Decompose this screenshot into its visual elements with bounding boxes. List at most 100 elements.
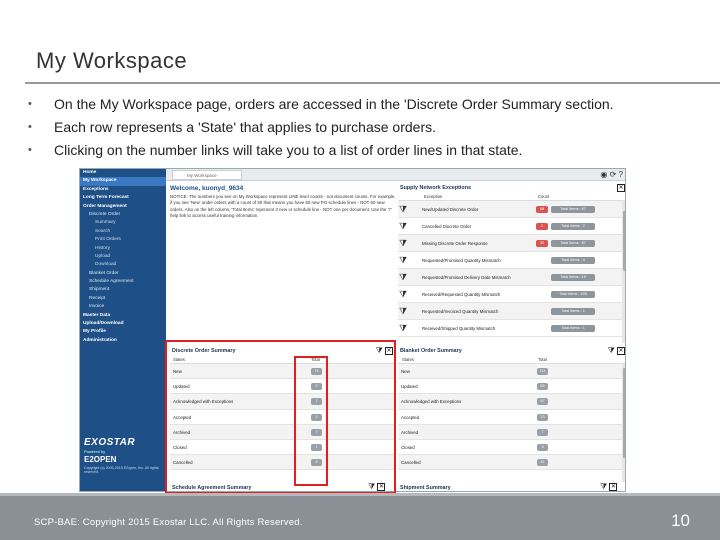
bos-rows: New 111 Updated 59 Acknowledged with Excepti… xyxy=(398,364,625,471)
blanket-order-summary-panel: Blanket Order Summary ⧩ ✕ States Total N… xyxy=(398,346,625,482)
total-items-link[interactable]: Total Items : 2 xyxy=(551,223,595,230)
footer-copyright: SCP-BAE: Copyright 2015 Exostar LLC. All… xyxy=(34,517,303,528)
sidebar-item[interactable]: Home xyxy=(80,169,166,177)
sidebar-item[interactable]: My Workspace xyxy=(80,177,166,186)
filter-icon[interactable]: ⧩ xyxy=(399,255,407,265)
state-label: Cancelled xyxy=(401,460,421,466)
sne-exception-label: Received/Requested Quantity Mismatch xyxy=(422,292,501,297)
state-row: New 111 xyxy=(398,364,625,380)
filter-icon[interactable]: ⧩ xyxy=(399,272,407,282)
state-total-link[interactable]: 7 xyxy=(537,428,548,436)
state-row: Updated 59 xyxy=(398,379,625,395)
sidebar-item[interactable]: Upload/Download xyxy=(80,320,166,328)
sidebar-item[interactable]: Upload xyxy=(80,253,166,261)
sne-column-header: Exception Count xyxy=(398,193,625,201)
exception-count-badge[interactable]: 68 xyxy=(536,206,548,213)
total-items-link[interactable]: Total Items : 205 xyxy=(551,291,595,298)
total-items-link[interactable]: Total Items : 1 xyxy=(551,308,595,315)
sidebar-item[interactable]: Receipt xyxy=(80,295,166,303)
filter-icon[interactable]: ⧩ xyxy=(399,204,407,214)
sidebar-item[interactable]: Order Management xyxy=(80,203,166,211)
sne-rows: ⧩ New/Updated Discrete Order 68 Total Items… xyxy=(398,201,625,337)
sidebar-item[interactable]: Summary xyxy=(80,219,166,227)
state-total-link[interactable]: 111 xyxy=(537,368,548,375)
sidebar-item[interactable]: History xyxy=(80,245,166,253)
sidebar-item[interactable]: Search xyxy=(80,228,166,236)
highlight-box-discrete-order-summary xyxy=(165,340,396,494)
sidebar-item[interactable]: Master Data xyxy=(80,312,166,320)
bos-title: Blanket Order Summary xyxy=(400,348,462,354)
slide-title: My Workspace xyxy=(36,48,188,73)
sidebar-item[interactable]: Print Orders xyxy=(80,236,166,244)
state-row: Cancelled 41 xyxy=(398,455,625,471)
sidebar-item[interactable]: Blanket Order xyxy=(80,270,166,278)
filter-icon[interactable]: ⧩ xyxy=(608,346,615,355)
filter-icon[interactable]: ⧩ xyxy=(399,323,407,333)
sne-row: ⧩ Missing Discrete Order Response 30 Total … xyxy=(398,235,625,252)
filter-icon[interactable]: ⧩ xyxy=(399,221,407,231)
bottom-icons: ⧩ ✕ xyxy=(600,482,618,491)
state-label: Updated xyxy=(401,384,418,390)
sidebar-item[interactable]: Discrete Order xyxy=(80,211,166,219)
page-number: 10 xyxy=(671,511,690,530)
help-icon[interactable]: ? xyxy=(619,170,623,179)
sne-close-icon[interactable]: ✕ xyxy=(617,183,625,193)
sidebar-item[interactable]: Exceptions xyxy=(80,186,166,194)
filter-icon[interactable]: ⧩ xyxy=(600,482,607,491)
total-items-link[interactable]: Total Items : 4 xyxy=(551,257,595,264)
sne-title: Supply Network Exceptions xyxy=(400,185,471,191)
sne-exception-label: Requested/Promised Quantity Mismatch xyxy=(422,258,501,263)
sidebar-item[interactable]: Invoice xyxy=(80,303,166,311)
sidebar-item[interactable]: Shipment xyxy=(80,286,166,294)
powered-by-label: Powered by xyxy=(84,449,106,454)
tab-my-workspace[interactable]: My Workspace xyxy=(172,170,242,180)
exception-count-badge[interactable]: 30 xyxy=(536,240,548,247)
refresh-icon[interactable]: ⟳ xyxy=(610,170,617,179)
sne-col-exception: Exception xyxy=(424,194,443,199)
sne-row: ⧩ New/Updated Discrete Order 68 Total Items… xyxy=(398,201,625,218)
state-total-link[interactable]: 41 xyxy=(537,459,548,467)
state-row: Closed 3 xyxy=(398,440,625,456)
sne-row: ⧩ Requested/Promised Delivery Date Mismat… xyxy=(398,269,625,286)
state-label: Acknowledged with Exceptions xyxy=(401,399,462,405)
bos-close-icon[interactable]: ✕ xyxy=(617,346,625,355)
total-items-link[interactable]: Total Items : 15 xyxy=(551,274,595,281)
welcome-panel: Welcome, kuonyd_9634 NOTICE: The numbers… xyxy=(170,185,396,220)
shipment-summary-title: Shipment Summary xyxy=(400,485,451,491)
state-row: Accepted 73 xyxy=(398,410,625,425)
sne-exception-label: Requested/Promised Delivery Date Mismatc… xyxy=(422,275,511,280)
bullet-item: Clicking on the number links will take y… xyxy=(26,140,716,163)
sne-exception-label: Received/Shipped Quantity Mismatch xyxy=(422,326,496,331)
sidebar-item[interactable]: Schedule Agreement xyxy=(80,278,166,286)
sidebar-item[interactable]: Long Term Forecast xyxy=(80,194,166,202)
state-label: Archived xyxy=(401,429,419,435)
total-items-link[interactable]: Total Items : 87 xyxy=(551,240,595,247)
sne-row: ⧩ Received/Requested Quantity Mismatch Tot… xyxy=(398,286,625,303)
close-icon[interactable]: ✕ xyxy=(609,482,618,491)
state-row: Acknowledged with Exceptions 67 xyxy=(398,394,625,410)
state-total-link[interactable]: 73 xyxy=(537,413,548,421)
total-items-link[interactable]: Total Items : 1 xyxy=(551,325,595,332)
sidebar-item[interactable]: My Profile xyxy=(80,328,166,336)
state-total-link[interactable]: 59 xyxy=(537,383,548,391)
state-total-link[interactable]: 67 xyxy=(537,398,548,406)
bullet-item: On the My Workspace page, orders are acc… xyxy=(26,94,716,117)
sidebar-item[interactable]: Administration xyxy=(80,337,166,345)
filter-icon[interactable]: ⧩ xyxy=(399,238,407,248)
title-rule xyxy=(25,82,720,84)
sne-row: ⧩ Received/Shipped Quantity Mismatch Total… xyxy=(398,320,625,337)
bullet-item: Each row represents a 'State' that appli… xyxy=(26,117,716,140)
filter-icon[interactable]: ⧩ xyxy=(399,306,407,316)
sne-exception-label: New/Updated Discrete Order xyxy=(422,207,479,212)
state-label: Closed xyxy=(401,444,415,450)
top-icons: ◉ ⟳ ? xyxy=(600,170,623,179)
sidebar-item[interactable]: Download xyxy=(80,261,166,269)
view-icon[interactable]: ◉ xyxy=(600,170,607,179)
sne-scrollbar[interactable] xyxy=(622,201,625,343)
total-items-link[interactable]: Total Items : 67 xyxy=(551,206,595,213)
state-total-link[interactable]: 3 xyxy=(537,443,548,451)
filter-icon[interactable]: ⧩ xyxy=(399,289,407,299)
exception-count-badge[interactable]: 2 xyxy=(536,223,548,230)
bos-scrollbar[interactable] xyxy=(622,364,625,482)
state-row: Archived 7 xyxy=(398,424,625,440)
